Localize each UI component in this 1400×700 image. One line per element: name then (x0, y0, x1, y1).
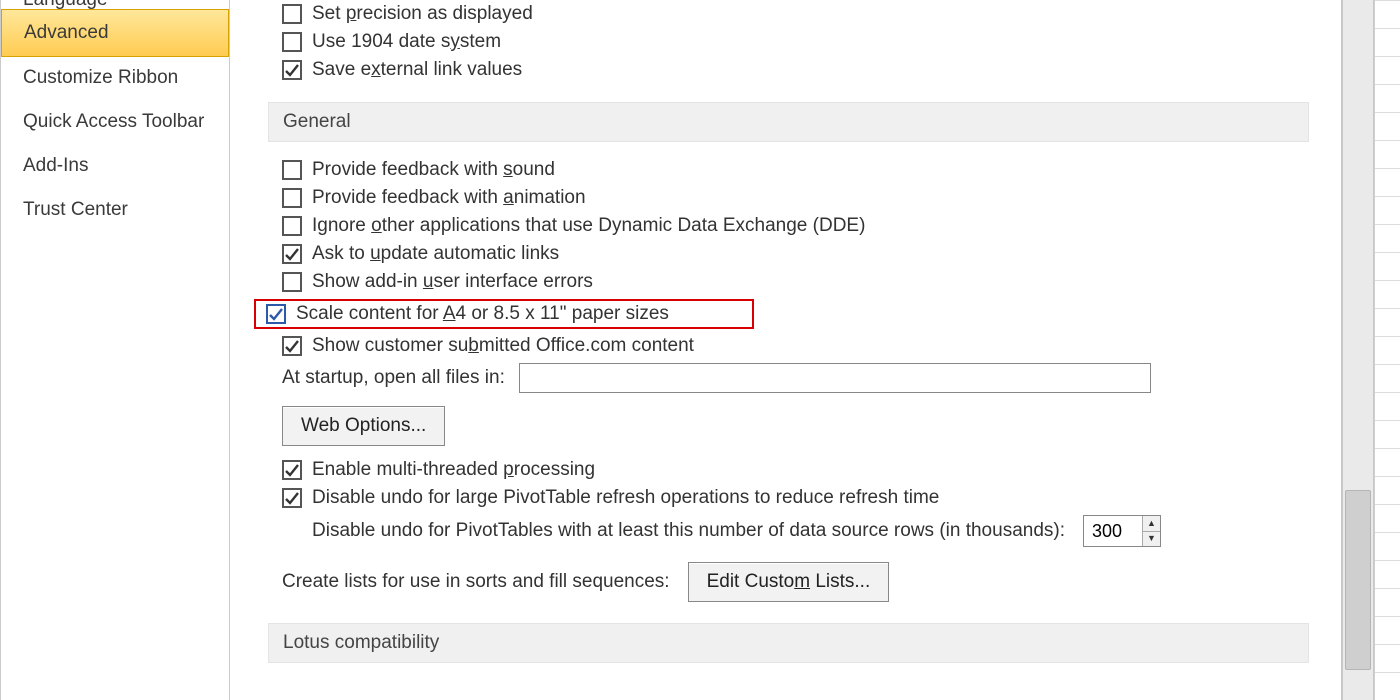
option-label: Set precision as displayed (312, 3, 533, 25)
option-label: Use 1904 date system (312, 31, 501, 53)
checkbox-icon[interactable] (282, 460, 302, 480)
option-label: Show customer submitted Office.com conte… (312, 335, 694, 357)
sidebar-item-label: Language (23, 0, 108, 10)
option-feedback-sound[interactable]: Provide feedback with sound (268, 156, 1309, 184)
option-ask-update-links[interactable]: Ask to update automatic links (268, 240, 1309, 268)
section-header-lotus: Lotus compatibility (268, 623, 1309, 663)
options-panel: Set precision as displayed Use 1904 date… (230, 0, 1342, 700)
option-label: Ignore other applications that use Dynam… (312, 215, 865, 237)
option-ignore-dde[interactable]: Ignore other applications that use Dynam… (268, 212, 1309, 240)
option-multithread[interactable]: Enable multi-threaded processing (268, 456, 1309, 484)
spinner-up-icon[interactable]: ▲ (1143, 516, 1160, 532)
option-addin-ui-errors[interactable]: Show add-in user interface errors (268, 268, 1309, 296)
checkbox-icon[interactable] (282, 32, 302, 52)
checkbox-icon[interactable] (282, 60, 302, 80)
web-options-button[interactable]: Web Options... (282, 406, 445, 446)
sidebar-item-advanced[interactable]: Advanced (1, 9, 229, 57)
scrollbar-thumb[interactable] (1345, 490, 1371, 670)
option-label: Show add-in user interface errors (312, 271, 593, 293)
checkbox-icon[interactable] (282, 4, 302, 24)
sidebar-item-trust-center[interactable]: Trust Center (1, 188, 229, 232)
checkbox-icon[interactable] (282, 336, 302, 356)
sidebar-item-quick-access-toolbar[interactable]: Quick Access Toolbar (1, 100, 229, 144)
option-label: Save external link values (312, 59, 522, 81)
checkbox-icon[interactable] (282, 160, 302, 180)
checkbox-icon[interactable] (282, 188, 302, 208)
checkbox-icon[interactable] (282, 216, 302, 236)
undo-rows-label: Disable undo for PivotTables with at lea… (312, 520, 1065, 542)
undo-rows-spinner[interactable]: ▲ ▼ (1083, 515, 1161, 547)
option-label: Disable undo for large PivotTable refres… (312, 487, 939, 509)
undo-rows-input[interactable] (1084, 516, 1142, 546)
startup-path-input[interactable] (519, 363, 1151, 393)
startup-label: At startup, open all files in: (282, 367, 505, 389)
checkbox-icon[interactable] (282, 488, 302, 508)
checkbox-icon[interactable] (282, 272, 302, 292)
option-save-external-links[interactable]: Save external link values (268, 56, 1309, 84)
option-label: Scale content for A4 or 8.5 x 11" paper … (296, 303, 669, 325)
sidebar-item-customize-ribbon[interactable]: Customize Ribbon (1, 56, 229, 100)
option-scale-a4-highlight: Scale content for A4 or 8.5 x 11" paper … (254, 299, 754, 329)
create-lists-row: Create lists for use in sorts and fill s… (268, 550, 1309, 605)
option-label: Enable multi-threaded processing (312, 459, 595, 481)
dialog-scrollbar[interactable] (1342, 0, 1374, 700)
option-officecom-content[interactable]: Show customer submitted Office.com conte… (268, 332, 1309, 360)
undo-rows-row: Disable undo for PivotTables with at lea… (268, 512, 1309, 550)
checkbox-icon[interactable] (282, 244, 302, 264)
option-use-1904-date[interactable]: Use 1904 date system (268, 28, 1309, 56)
options-category-sidebar: Language Advanced Customize Ribbon Quick… (0, 0, 230, 700)
option-label: Ask to update automatic links (312, 243, 559, 265)
sidebar-item-add-ins[interactable]: Add-Ins (1, 144, 229, 188)
create-lists-label: Create lists for use in sorts and fill s… (282, 571, 670, 593)
sidebar-item-label: Add-Ins (23, 155, 88, 176)
option-disable-undo-pivot[interactable]: Disable undo for large PivotTable refres… (268, 484, 1309, 512)
section-header-general: General (268, 102, 1309, 142)
spinner-down-icon[interactable]: ▼ (1143, 532, 1160, 547)
option-label: Provide feedback with sound (312, 159, 555, 181)
sidebar-item-label: Advanced (24, 22, 109, 43)
sidebar-item-label: Customize Ribbon (23, 67, 178, 88)
checkbox-icon[interactable] (266, 304, 286, 324)
edit-custom-lists-button[interactable]: Edit Custom Lists... (688, 562, 890, 602)
sidebar-item-label: Quick Access Toolbar (23, 111, 204, 132)
option-label: Provide feedback with animation (312, 187, 586, 209)
worksheet-background (1374, 0, 1400, 700)
option-feedback-animation[interactable]: Provide feedback with animation (268, 184, 1309, 212)
sidebar-item-label: Trust Center (23, 199, 128, 220)
option-set-precision[interactable]: Set precision as displayed (268, 0, 1309, 28)
startup-row: At startup, open all files in: (268, 360, 1309, 396)
